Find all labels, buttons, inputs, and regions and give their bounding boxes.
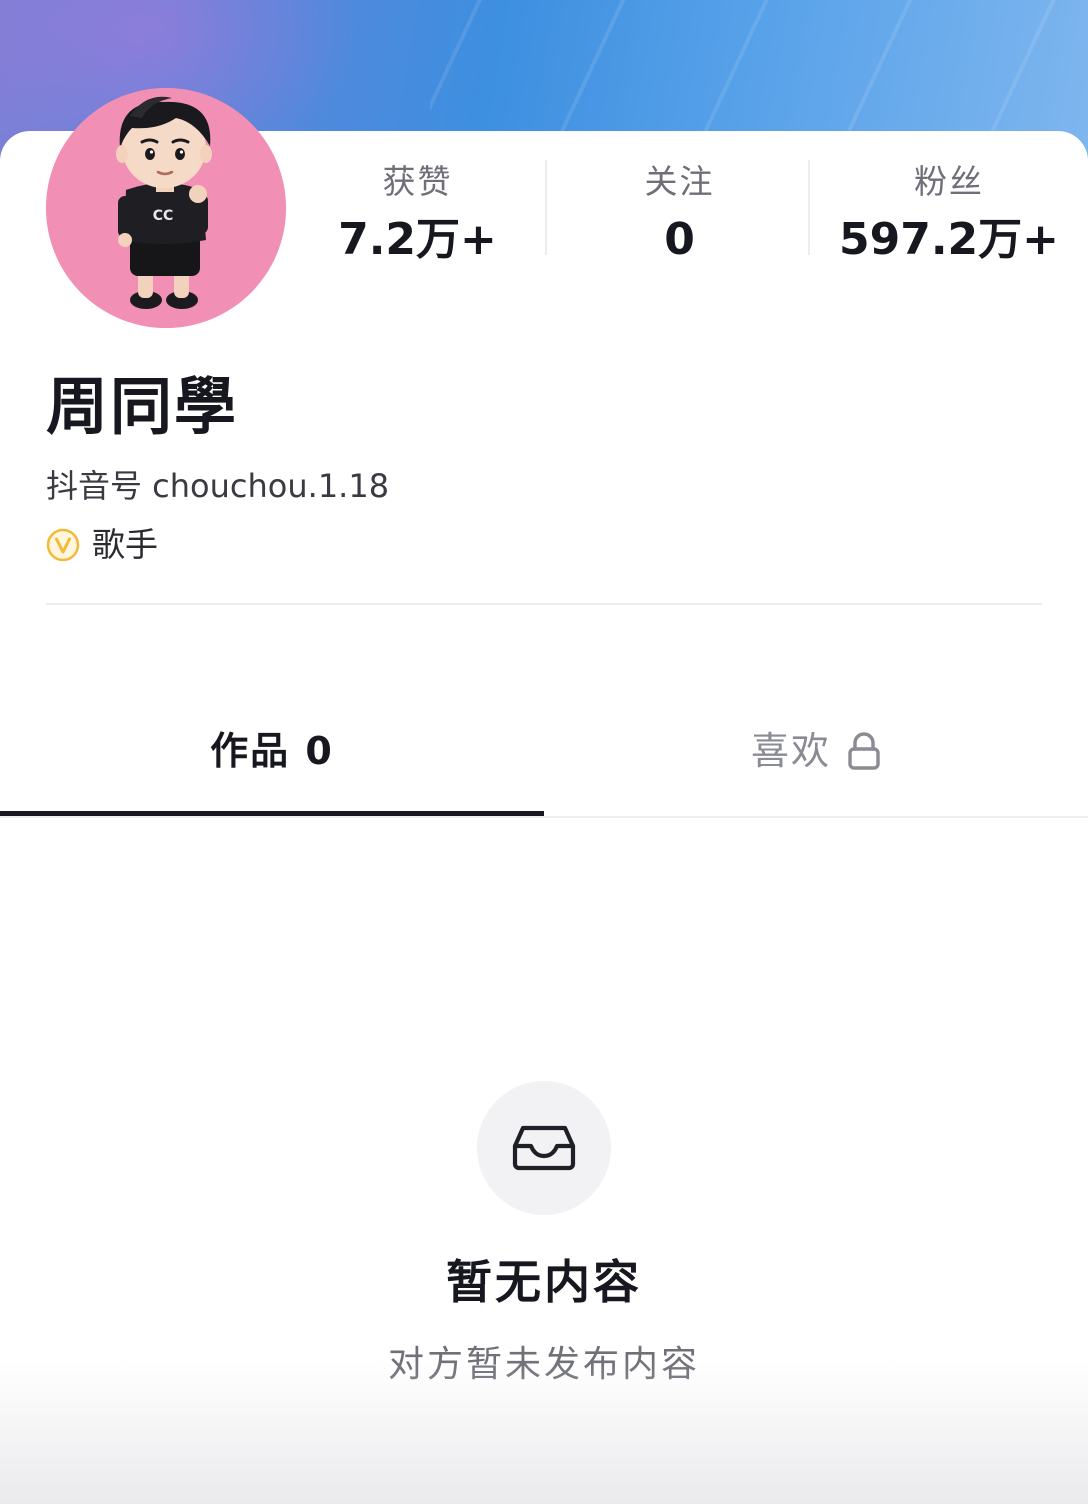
lock-icon bbox=[848, 732, 880, 770]
profile-name: 周同學 bbox=[46, 370, 239, 443]
empty-state-subtitle: 对方暂未发布内容 bbox=[387, 1344, 700, 1385]
stat-label: 获赞 bbox=[382, 162, 453, 201]
tabs-divider bbox=[0, 816, 1088, 818]
tab-likes[interactable]: 喜欢 bbox=[544, 700, 1088, 818]
verified-v-icon bbox=[46, 528, 80, 562]
divider bbox=[46, 603, 1042, 605]
profile-stats: 获赞 7.2万+ 关注 0 粉丝 597.2万+ bbox=[285, 162, 1088, 265]
tab-likes-label: 喜欢 bbox=[750, 729, 831, 773]
inbox-icon bbox=[512, 1125, 576, 1171]
stat-likes-received[interactable]: 获赞 7.2万+ bbox=[285, 162, 550, 268]
svg-text:CC: CC bbox=[153, 208, 174, 224]
stat-divider bbox=[808, 160, 810, 255]
profile-tag: 歌手 bbox=[46, 524, 158, 566]
tab-works-label: 作品 0 bbox=[210, 729, 334, 773]
stat-value: 7.2万+ bbox=[338, 214, 497, 265]
empty-state-icon-container bbox=[477, 1081, 611, 1215]
profile-page: CC 获赞 7.2万+ 关注 0 粉丝 597.2万+ 周同學 抖音号 chou… bbox=[0, 0, 1088, 1504]
stat-following[interactable]: 关注 0 bbox=[547, 162, 812, 268]
empty-state-title: 暂无内容 bbox=[446, 1255, 642, 1309]
avatar[interactable]: CC bbox=[46, 88, 286, 328]
stat-divider bbox=[545, 160, 547, 255]
stat-followers[interactable]: 粉丝 597.2万+ bbox=[810, 162, 1088, 268]
stat-label: 粉丝 bbox=[914, 162, 984, 201]
profile-tag-label: 歌手 bbox=[92, 525, 158, 564]
stat-value: 597.2万+ bbox=[838, 214, 1060, 265]
stat-value: 0 bbox=[664, 214, 695, 265]
douyin-id[interactable]: 抖音号 chouchou.1.18 bbox=[46, 465, 389, 507]
tab-works[interactable]: 作品 0 bbox=[0, 700, 544, 818]
stat-label: 关注 bbox=[644, 162, 715, 201]
avatar-figure-image: CC bbox=[46, 88, 286, 328]
content-tabs: 作品 0 喜欢 bbox=[0, 700, 1088, 818]
